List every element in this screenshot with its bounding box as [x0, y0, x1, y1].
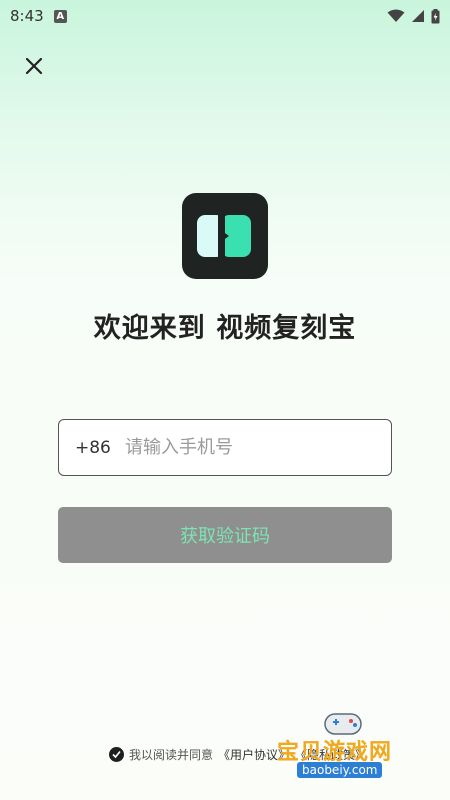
check-icon: [112, 750, 121, 759]
battery-icon: [431, 8, 440, 23]
country-code[interactable]: +86: [75, 438, 119, 458]
get-code-button[interactable]: 获取验证码: [58, 507, 392, 563]
notification-badge: A: [53, 9, 67, 23]
wifi-icon: [387, 9, 405, 22]
agreement-text: 我以阅读并同意: [129, 748, 214, 762]
phone-input[interactable]: [123, 436, 377, 459]
close-icon: [25, 57, 43, 75]
watermark-url: baobeiy.com: [297, 762, 383, 778]
phone-field: +86: [58, 419, 392, 476]
app-logo-icon: [197, 215, 251, 257]
app-logo: [182, 193, 268, 279]
signal-icon: [412, 10, 424, 22]
watermark: 宝贝游戏网 baobeiy.com: [275, 710, 450, 800]
status-time: 8:43: [10, 7, 44, 25]
status-right: [387, 8, 440, 24]
status-bar: 8:43 A: [0, 0, 450, 32]
status-left: 8:43 A: [10, 7, 67, 25]
welcome-title: 欢迎来到 视频复刻宝: [93, 313, 357, 344]
agree-checkbox[interactable]: [109, 747, 124, 762]
close-button[interactable]: [20, 52, 48, 80]
